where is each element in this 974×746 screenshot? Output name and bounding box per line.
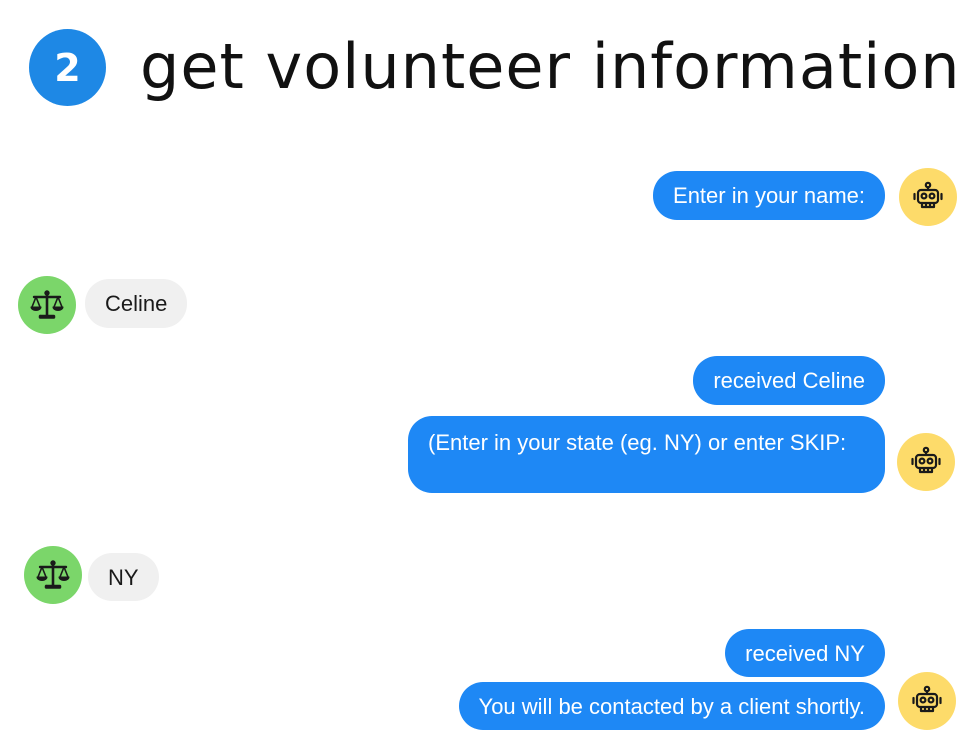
robot-icon — [899, 168, 957, 226]
scales-icon — [24, 546, 82, 604]
page-title: get volunteer information — [140, 30, 961, 103]
bot-message: (Enter in your state (eg. NY) or enter S… — [408, 416, 885, 493]
bot-message: received NY — [725, 629, 885, 677]
step-number-badge: 2 — [29, 29, 106, 106]
user-message: Celine — [85, 279, 188, 328]
bot-message: received Celine — [693, 356, 885, 405]
robot-icon — [898, 672, 956, 730]
user-message: NY — [88, 553, 159, 601]
scales-icon — [18, 276, 76, 334]
bot-message: Enter in your name: — [653, 171, 885, 220]
robot-icon — [897, 433, 955, 491]
bot-message: You will be contacted by a client shortl… — [458, 682, 885, 730]
